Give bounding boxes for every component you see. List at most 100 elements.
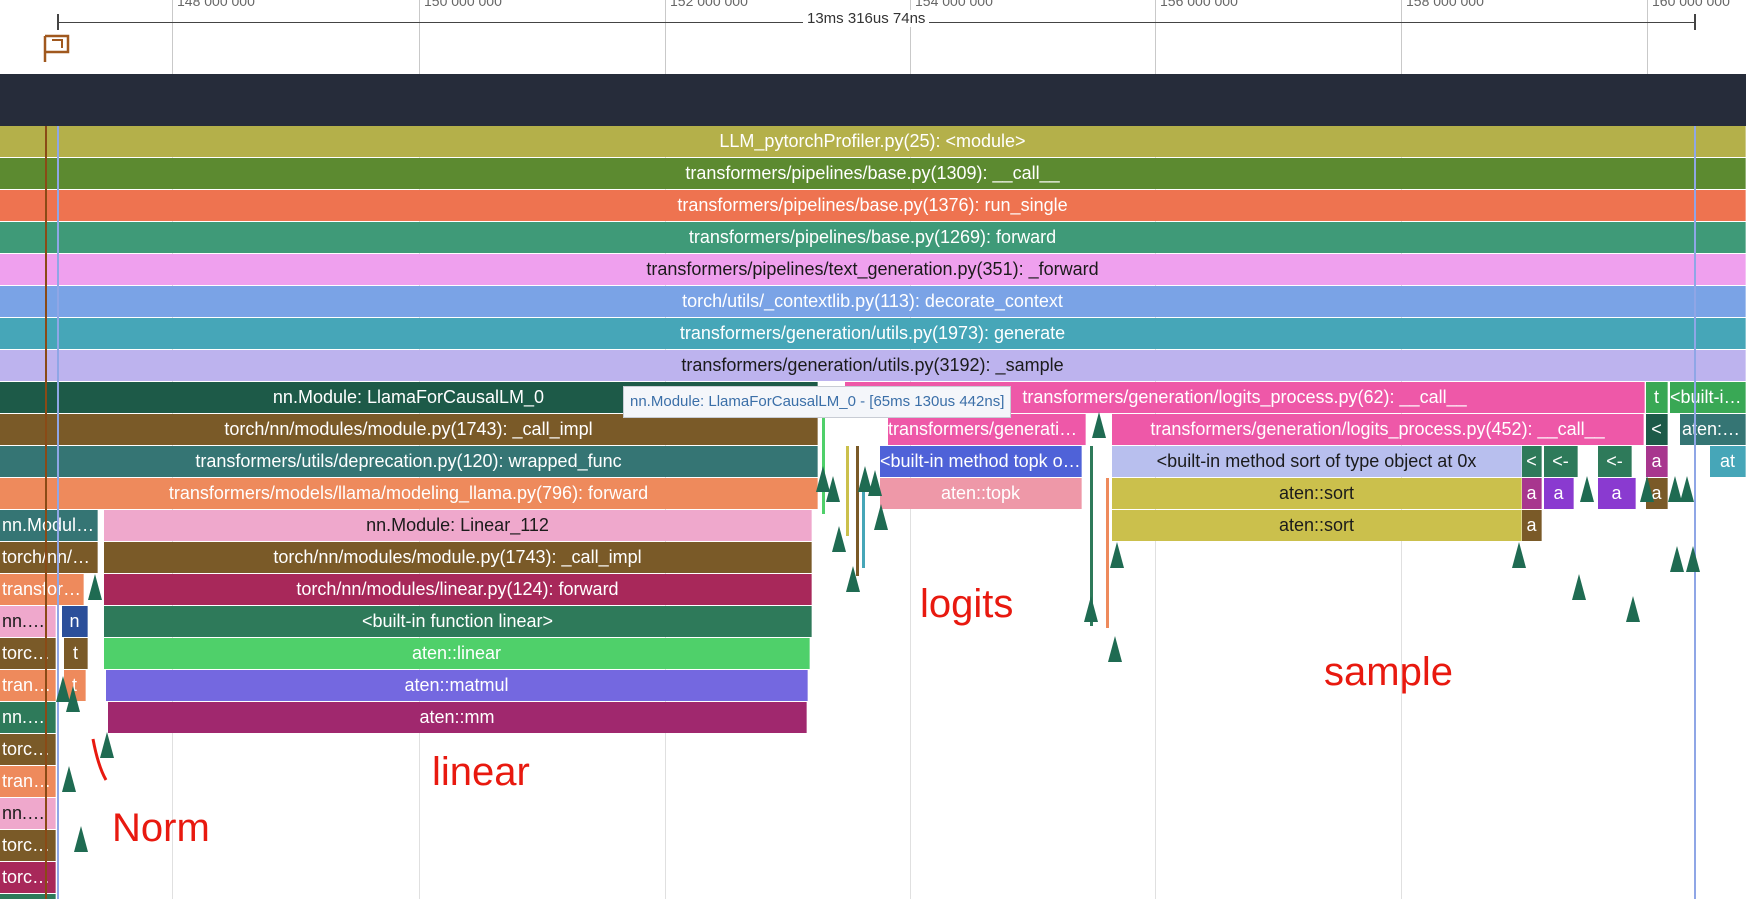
flow-arrow-icon [1580, 476, 1594, 502]
slice-wrapped-func[interactable]: transformers/utils/deprecation.py(120): … [0, 446, 818, 477]
slice-builtin-sort[interactable]: <built-in method sort of type object at … [1112, 446, 1522, 477]
slice-small[interactable]: a [1598, 478, 1636, 509]
measurement-label: 13ms 316us 74ns [803, 10, 930, 27]
flow-arrow-icon [1092, 412, 1106, 438]
slice-small[interactable]: at [1710, 446, 1746, 477]
slice-aten-matmul[interactable]: aten::matmul [106, 670, 808, 701]
flow-arrow-icon [1680, 476, 1694, 502]
flow-arrow-icon [1572, 574, 1586, 600]
slice-call-impl[interactable]: torch/nn/modules/module.py(1743): _call_… [0, 414, 818, 445]
flow-arrow-icon [832, 526, 846, 552]
slice-small[interactable]: < [1522, 446, 1542, 477]
slice-linear-forward[interactable]: torch/nn/modules/linear.py(124): forward [104, 574, 812, 605]
tick-line [1401, 0, 1402, 74]
slice-rmsnorm-module[interactable]: nn.Module: LlamaRMSNorm [0, 510, 98, 541]
annotation-logits: logits [920, 582, 1014, 626]
measurement-end-cap[interactable] [1694, 14, 1696, 30]
slice-linear-112[interactable]: nn.Module: Linear_112 [104, 510, 812, 541]
time-ruler[interactable]: 148 000 000 150 000 000 152 000 000 154 … [0, 0, 1746, 74]
slice-modules[interactable]: torch/nn/modules [0, 862, 56, 893]
slice-models[interactable]: transformers/models [0, 670, 56, 701]
flow-arrow-icon [868, 470, 882, 496]
slice-small[interactable]: <- [1544, 446, 1578, 477]
tick-label: 156 000 000 [1160, 0, 1238, 9]
flow-arrow-icon [1686, 546, 1700, 572]
slice-small[interactable]: t [1646, 382, 1668, 413]
slice-sample[interactable]: transformers/generation/utils.py(3192): … [0, 350, 1746, 381]
slice-builtin-linear[interactable]: <built-in function linear> [104, 606, 812, 637]
slice-logits-process-452-b[interactable]: transformers/generation/logits_process.p… [1112, 414, 1644, 445]
slice-small[interactable]: <- [1598, 446, 1632, 477]
slice-models[interactable]: transformers/models [0, 766, 56, 797]
slice-small[interactable]: a [1544, 478, 1574, 509]
slice-llama-forward[interactable]: transformers/models/llama/modeling_llama… [0, 478, 818, 509]
slice-linear-call-impl[interactable]: torch/nn/modules/module.py(1743): _call_… [104, 542, 812, 573]
slice-builtin-topk[interactable]: <built-in method topk of type object [880, 446, 1082, 477]
slice-aten-linear[interactable]: aten::linear [104, 638, 810, 669]
slice-modules-call[interactable]: torch/nn/modules [0, 638, 56, 669]
slice-small[interactable]: a [1522, 510, 1542, 541]
slice-small[interactable]: a [1522, 478, 1542, 509]
slice-pipeline-forward[interactable]: transformers/pipelines/base.py(1269): fo… [0, 222, 1746, 253]
tick-label: 160 000 000 [1652, 0, 1730, 9]
slice-decorate-context[interactable]: torch/utils/_contextlib.py(113): decorat… [0, 286, 1746, 317]
tick-label: 152 000 000 [670, 0, 748, 9]
slice-module[interactable]: LLM_pytorchProfiler.py(25): <module> [0, 126, 1746, 157]
annotation-norm: Norm [112, 806, 210, 850]
flow-arrow-icon [1640, 476, 1654, 502]
slice-text-generation-forward[interactable]: transformers/pipelines/text_generation.p… [0, 254, 1746, 285]
marker-line-b[interactable] [1694, 126, 1696, 899]
slice-generate[interactable]: transformers/generation/utils.py(1973): … [0, 318, 1746, 349]
thin-slice[interactable] [822, 414, 825, 514]
tick-label: 154 000 000 [915, 0, 993, 9]
slice-aten-sort-inner[interactable]: aten::sort [1112, 510, 1522, 541]
slice-aten-sort[interactable]: aten::sort [1112, 478, 1522, 509]
annotation-sample: sample [1324, 650, 1453, 694]
tick-line [1155, 0, 1156, 74]
slice-small[interactable]: a [1646, 446, 1668, 477]
flag-icon[interactable] [42, 32, 72, 64]
flow-arrow-icon [1110, 542, 1124, 568]
slice-aten-topk[interactable]: aten::topk [880, 478, 1082, 509]
slice-module-call[interactable]: torch/nn/modules/module.py [0, 542, 98, 573]
slice-modules[interactable]: torch/nn/modules [0, 734, 56, 765]
slice-logits-process-452-a[interactable]: transformers/generation/logits_process.p… [888, 414, 1086, 445]
tick-label: 150 000 000 [424, 0, 502, 9]
slice-models-llama[interactable]: transformers/models/llama [0, 574, 84, 605]
track-header-band [0, 74, 1746, 126]
flow-arrow-icon [1084, 596, 1098, 622]
slice-builtin-method[interactable]: <built-in method [1670, 382, 1746, 413]
slice-run-single[interactable]: transformers/pipelines/base.py(1376): ru… [0, 190, 1746, 221]
flow-arrow-icon [826, 476, 840, 502]
flow-arrow-icon [1512, 542, 1526, 568]
thin-slice[interactable] [846, 446, 849, 536]
slice-aten-mm[interactable]: aten::mm [108, 702, 807, 733]
flow-arrow-icon [1670, 546, 1684, 572]
tick-line [665, 0, 666, 74]
slice-embed-module[interactable]: nn.Module: Embed [0, 702, 56, 733]
slice-small[interactable]: < [1646, 414, 1668, 445]
flow-arrow-icon [62, 766, 76, 792]
tick-line [172, 0, 173, 74]
flow-arrow-icon [874, 504, 888, 530]
flow-arrow-icon [74, 826, 88, 852]
tick-line [1647, 0, 1648, 74]
marker-line-a[interactable] [57, 126, 59, 899]
marker-line-start[interactable] [45, 126, 47, 899]
slice-builtin[interactable]: built-in [0, 894, 56, 899]
measurement-start-cap[interactable] [57, 14, 59, 30]
slice-small[interactable]: n [62, 606, 88, 637]
slice-llama-module[interactable]: nn.Module: Llama [0, 798, 56, 829]
flame-chart[interactable]: LLM_pytorchProfiler.py(25): <module> tra… [0, 126, 1746, 899]
slice-modules[interactable]: torch/nn/modules [0, 830, 56, 861]
thin-slice[interactable] [1106, 478, 1109, 628]
tick-label: 158 000 000 [1406, 0, 1484, 9]
slice-llama-module[interactable]: nn.Module: Llama [0, 606, 56, 637]
slice-pipeline-call[interactable]: transformers/pipelines/base.py(1309): __… [0, 158, 1746, 189]
tick-line [419, 0, 420, 74]
slice-small[interactable]: t [64, 638, 88, 669]
flow-arrow-icon [1626, 596, 1640, 622]
flow-arrow-icon [88, 574, 102, 600]
slice-aten-sort-right[interactable]: aten::sort [1680, 414, 1746, 445]
flow-arrow-icon [1108, 636, 1122, 662]
